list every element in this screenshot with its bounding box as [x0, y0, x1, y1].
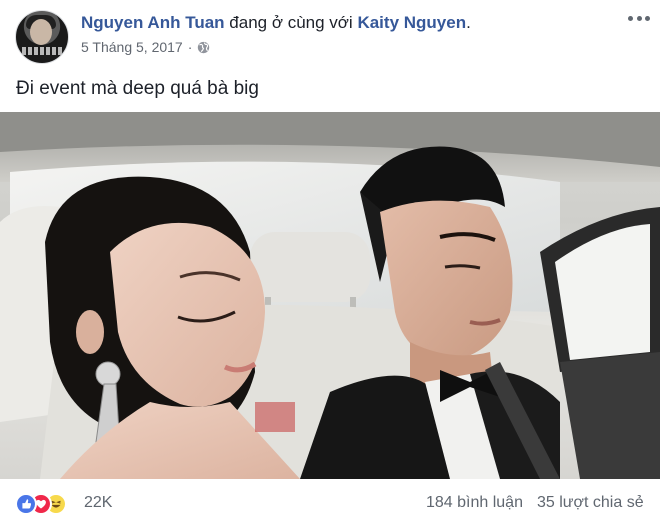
reaction-icons[interactable] [15, 493, 67, 515]
post-date-link[interactable]: 5 Tháng 5, 2017 [81, 38, 183, 56]
post-header: Nguyen Anh Tuan đang ở cùng với Kaity Ng… [0, 0, 660, 70]
like-icon [15, 493, 37, 515]
with-text: đang ở cùng với [229, 13, 353, 32]
post-header-line: Nguyen Anh Tuan đang ở cùng với Kaity Ng… [81, 13, 471, 33]
car-selfie-photo [0, 112, 660, 479]
comments-count-link[interactable]: 184 bình luận [426, 494, 523, 512]
post-photo[interactable] [0, 112, 660, 479]
meta-separator: · [187, 39, 193, 55]
post-meta: 5 Tháng 5, 2017 · [81, 38, 210, 56]
more-options-icon[interactable] [628, 12, 650, 24]
author-avatar[interactable] [15, 10, 69, 64]
tagged-suffix: . [466, 13, 471, 32]
post-body-text: Đi event mà deep quá bà big [16, 78, 259, 99]
globe-icon[interactable] [197, 41, 210, 54]
reactions-bar: 22K 184 bình luận 35 lượt chia sẻ [0, 479, 660, 529]
reaction-count[interactable]: 22K [84, 494, 112, 512]
shares-count-link[interactable]: 35 lượt chia sẻ [537, 494, 644, 512]
tagged-user-link[interactable]: Kaity Nguyen [357, 13, 466, 32]
author-name-link[interactable]: Nguyen Anh Tuan [81, 13, 225, 32]
